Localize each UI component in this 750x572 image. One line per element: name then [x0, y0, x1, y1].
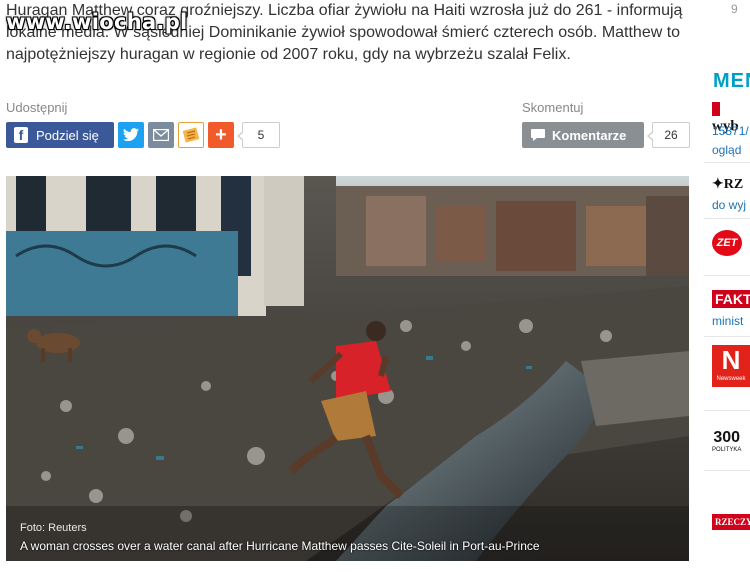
sidebar-item-fakt-text[interactable]: minist	[712, 314, 743, 328]
photo-caption: A woman crosses over a water canal after…	[20, 539, 540, 553]
sidebar-item-wyborcza-text-2[interactable]: ogląd	[712, 143, 741, 157]
photo-source: Foto: Reuters	[20, 522, 87, 534]
sidebar-item-rz-text[interactable]: do wyj	[712, 198, 746, 212]
comments-button-label: Komentarze	[552, 127, 627, 143]
wykop-share-button[interactable]	[178, 122, 204, 148]
sidebar-item-rzeczy-logo[interactable]: RZECZY	[712, 514, 750, 530]
wykop-icon	[182, 127, 200, 143]
eagle-icon: ✦	[712, 177, 724, 192]
share-bar: f Podziel się + 5	[6, 122, 280, 148]
facebook-share-button[interactable]: f Podziel się	[6, 122, 114, 148]
twitter-icon	[123, 128, 139, 142]
sidebar-item-rz-logo[interactable]: ✦RZ	[712, 176, 743, 193]
mail-icon	[153, 129, 169, 141]
comment-label: Skomentuj	[522, 100, 584, 115]
mail-share-button[interactable]	[148, 122, 174, 148]
photo-scene	[6, 176, 689, 561]
article-photo[interactable]	[6, 176, 689, 561]
share-label: Udostępnij	[6, 100, 68, 115]
sidebar-item-newsweek-logo[interactable]: N Newsweek	[712, 345, 750, 387]
comment-count: 26	[647, 122, 690, 148]
more-share-button[interactable]: +	[208, 122, 234, 148]
sidebar-item-fakt-logo[interactable]: FAKT	[712, 290, 750, 308]
facebook-icon: f	[14, 127, 28, 143]
sidebar-item-polityka-logo[interactable]: 300 POLITYKA	[712, 430, 741, 454]
sidebar: MEN wyb 15871/ ogląd ✦RZ do wyj ZET FAKT…	[704, 0, 750, 572]
share-count: 5	[237, 122, 280, 148]
sidebar-item-wyborcza-text[interactable]: 15871/	[712, 124, 749, 138]
facebook-share-label: Podziel się	[36, 127, 99, 143]
speech-bubble-icon	[531, 129, 545, 141]
plus-icon: +	[215, 123, 227, 146]
sidebar-heading: MEN	[713, 70, 750, 92]
comments-button[interactable]: Komentarze	[522, 122, 644, 148]
sidebar-item-zet-logo[interactable]: ZET	[712, 230, 742, 256]
twitter-share-button[interactable]	[118, 122, 144, 148]
site-watermark: www.wiocha.pl	[6, 10, 188, 34]
comment-bar: Komentarze 26	[522, 122, 690, 148]
